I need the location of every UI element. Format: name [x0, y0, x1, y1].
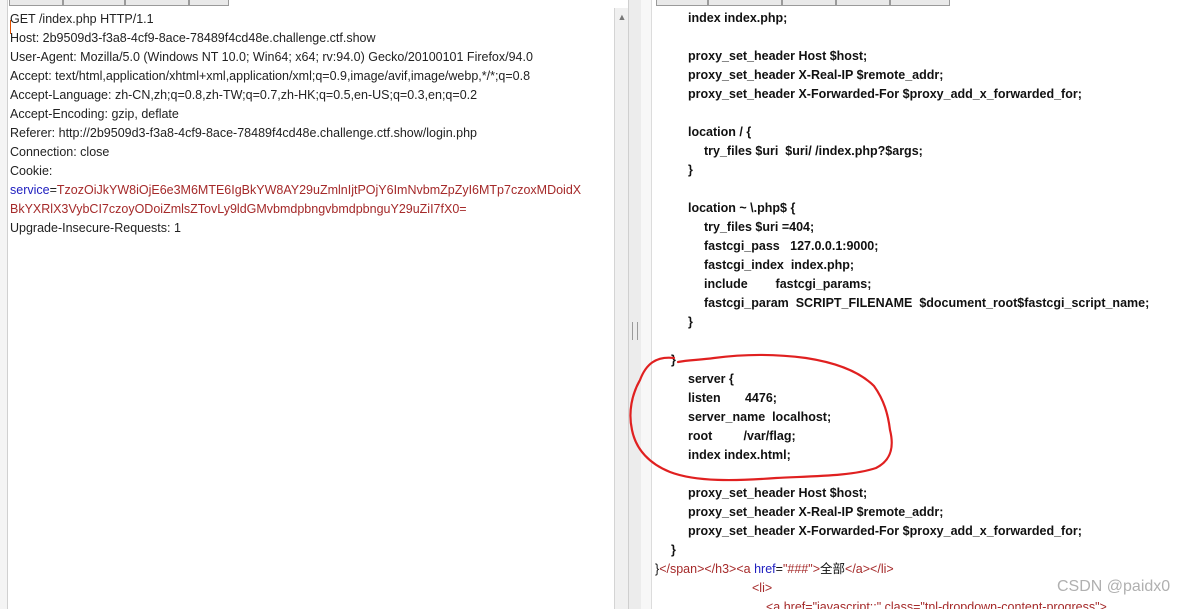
request-tab-3[interactable]	[125, 0, 189, 6]
html-li-close: </li>	[870, 562, 894, 576]
code-line: }	[688, 163, 693, 177]
request-tab-2[interactable]	[63, 0, 125, 6]
cookie-name: service	[10, 183, 50, 197]
code-line: }	[671, 353, 676, 367]
cookie-value-continued: BkYXRlX3VybCI7czoyODoiZmlsZTovLy9ldGMvbm…	[10, 202, 467, 216]
html-source-line: }</span></h3><a href="###">全部</a></li>	[655, 562, 894, 576]
code-line: proxy_set_header X-Real-IP $remote_addr;	[688, 505, 944, 519]
code-line: location ~ \.php$ {	[688, 201, 796, 215]
html-href-value: "###"	[782, 562, 813, 576]
request-line: Host: 2b9509d3-f3a8-4cf9-8ace-78489f4cd4…	[10, 31, 376, 45]
splitter-grip-icon[interactable]	[632, 322, 638, 340]
request-tab-1[interactable]	[9, 0, 63, 6]
code-line: fastcgi_index index.php;	[704, 258, 855, 272]
code-line: listen 4476;	[688, 391, 777, 405]
code-line: }	[671, 543, 676, 557]
request-line: Cookie:	[10, 164, 53, 178]
code-line: root /var/flag;	[688, 429, 796, 443]
cookie-line: service=TzozOiJkYW8iOjE6e3M6MTE6IgBkYW8A…	[10, 181, 581, 200]
request-line: User-Agent: Mozilla/5.0 (Windows NT 10.0…	[10, 50, 533, 64]
html-gt: >	[812, 562, 820, 576]
html-li-line: <li>	[752, 581, 773, 595]
response-gutter	[641, 0, 652, 609]
html-span-close: </span>	[659, 562, 705, 576]
cookie-line-continued: BkYXRlX3VybCI7czoyODoiZmlsZTovLy9ldGMvbm…	[10, 200, 467, 219]
code-line: proxy_set_header Host $host;	[688, 49, 868, 63]
code-line: proxy_set_header X-Real-IP $remote_addr;	[688, 68, 944, 82]
pane-splitter[interactable]	[628, 0, 642, 609]
scroll-up-arrow-icon[interactable]: ▲	[617, 12, 627, 22]
html-partial-line: <a href="javascript:;" class="tnl-dropdo…	[766, 600, 1107, 609]
request-editor[interactable]: GET /index.php HTTP/1.1 Host: 2b9509d3-f…	[8, 8, 614, 609]
code-line: fastcgi_param SCRIPT_FILENAME $document_…	[704, 296, 1150, 310]
html-h3-close: </h3>	[704, 562, 737, 576]
response-viewer[interactable]: index index.php; proxy_set_header Host $…	[652, 6, 1203, 609]
request-line: Connection: close	[10, 145, 110, 159]
code-line: server {	[688, 372, 734, 386]
request-line: GET /index.php HTTP/1.1	[10, 12, 154, 26]
code-line: server_name localhost;	[688, 410, 832, 424]
request-tab-4[interactable]	[189, 0, 229, 6]
html-a-open: <a	[736, 562, 755, 576]
code-line: include fastcgi_params;	[704, 277, 872, 291]
cookie-equals: =	[49, 183, 57, 197]
html-a-close: </a>	[845, 562, 871, 576]
code-line: proxy_set_header Host $host;	[688, 486, 868, 500]
request-scrollbar[interactable]: ▲	[614, 8, 629, 609]
request-line: Referer: http://2b9509d3-f3a8-4cf9-8ace-…	[10, 126, 477, 140]
request-line: Accept: text/html,application/xhtml+xml,…	[10, 69, 531, 83]
code-line: fastcgi_pass 127.0.0.1:9000;	[704, 239, 879, 253]
code-line: proxy_set_header X-Forwarded-For $proxy_…	[688, 87, 1082, 101]
request-line: Accept-Language: zh-CN,zh;q=0.8,zh-TW;q=…	[10, 88, 478, 102]
code-line: try_files $uri =404;	[704, 220, 815, 234]
code-line: }	[688, 315, 693, 329]
code-line: try_files $uri $uri/ /index.php?$args;	[704, 144, 923, 158]
request-line: Upgrade-Insecure-Requests: 1	[10, 221, 181, 235]
code-line: index index.html;	[688, 448, 791, 462]
cookie-value: TzozOiJkYW8iOjE6e3M6MTE6IgBkYW8AY29uZmln…	[56, 183, 582, 197]
html-link-text: 全部	[820, 562, 846, 576]
left-gutter	[0, 0, 8, 609]
html-href-attr: href	[754, 562, 776, 576]
watermark: CSDN @paidx0	[1057, 578, 1171, 595]
code-line: index index.php;	[688, 11, 788, 25]
request-line: Accept-Encoding: gzip, deflate	[10, 107, 179, 121]
request-tab-strip	[7, 0, 229, 6]
code-line: location / {	[688, 125, 752, 139]
code-line: proxy_set_header X-Forwarded-For $proxy_…	[688, 524, 1082, 538]
